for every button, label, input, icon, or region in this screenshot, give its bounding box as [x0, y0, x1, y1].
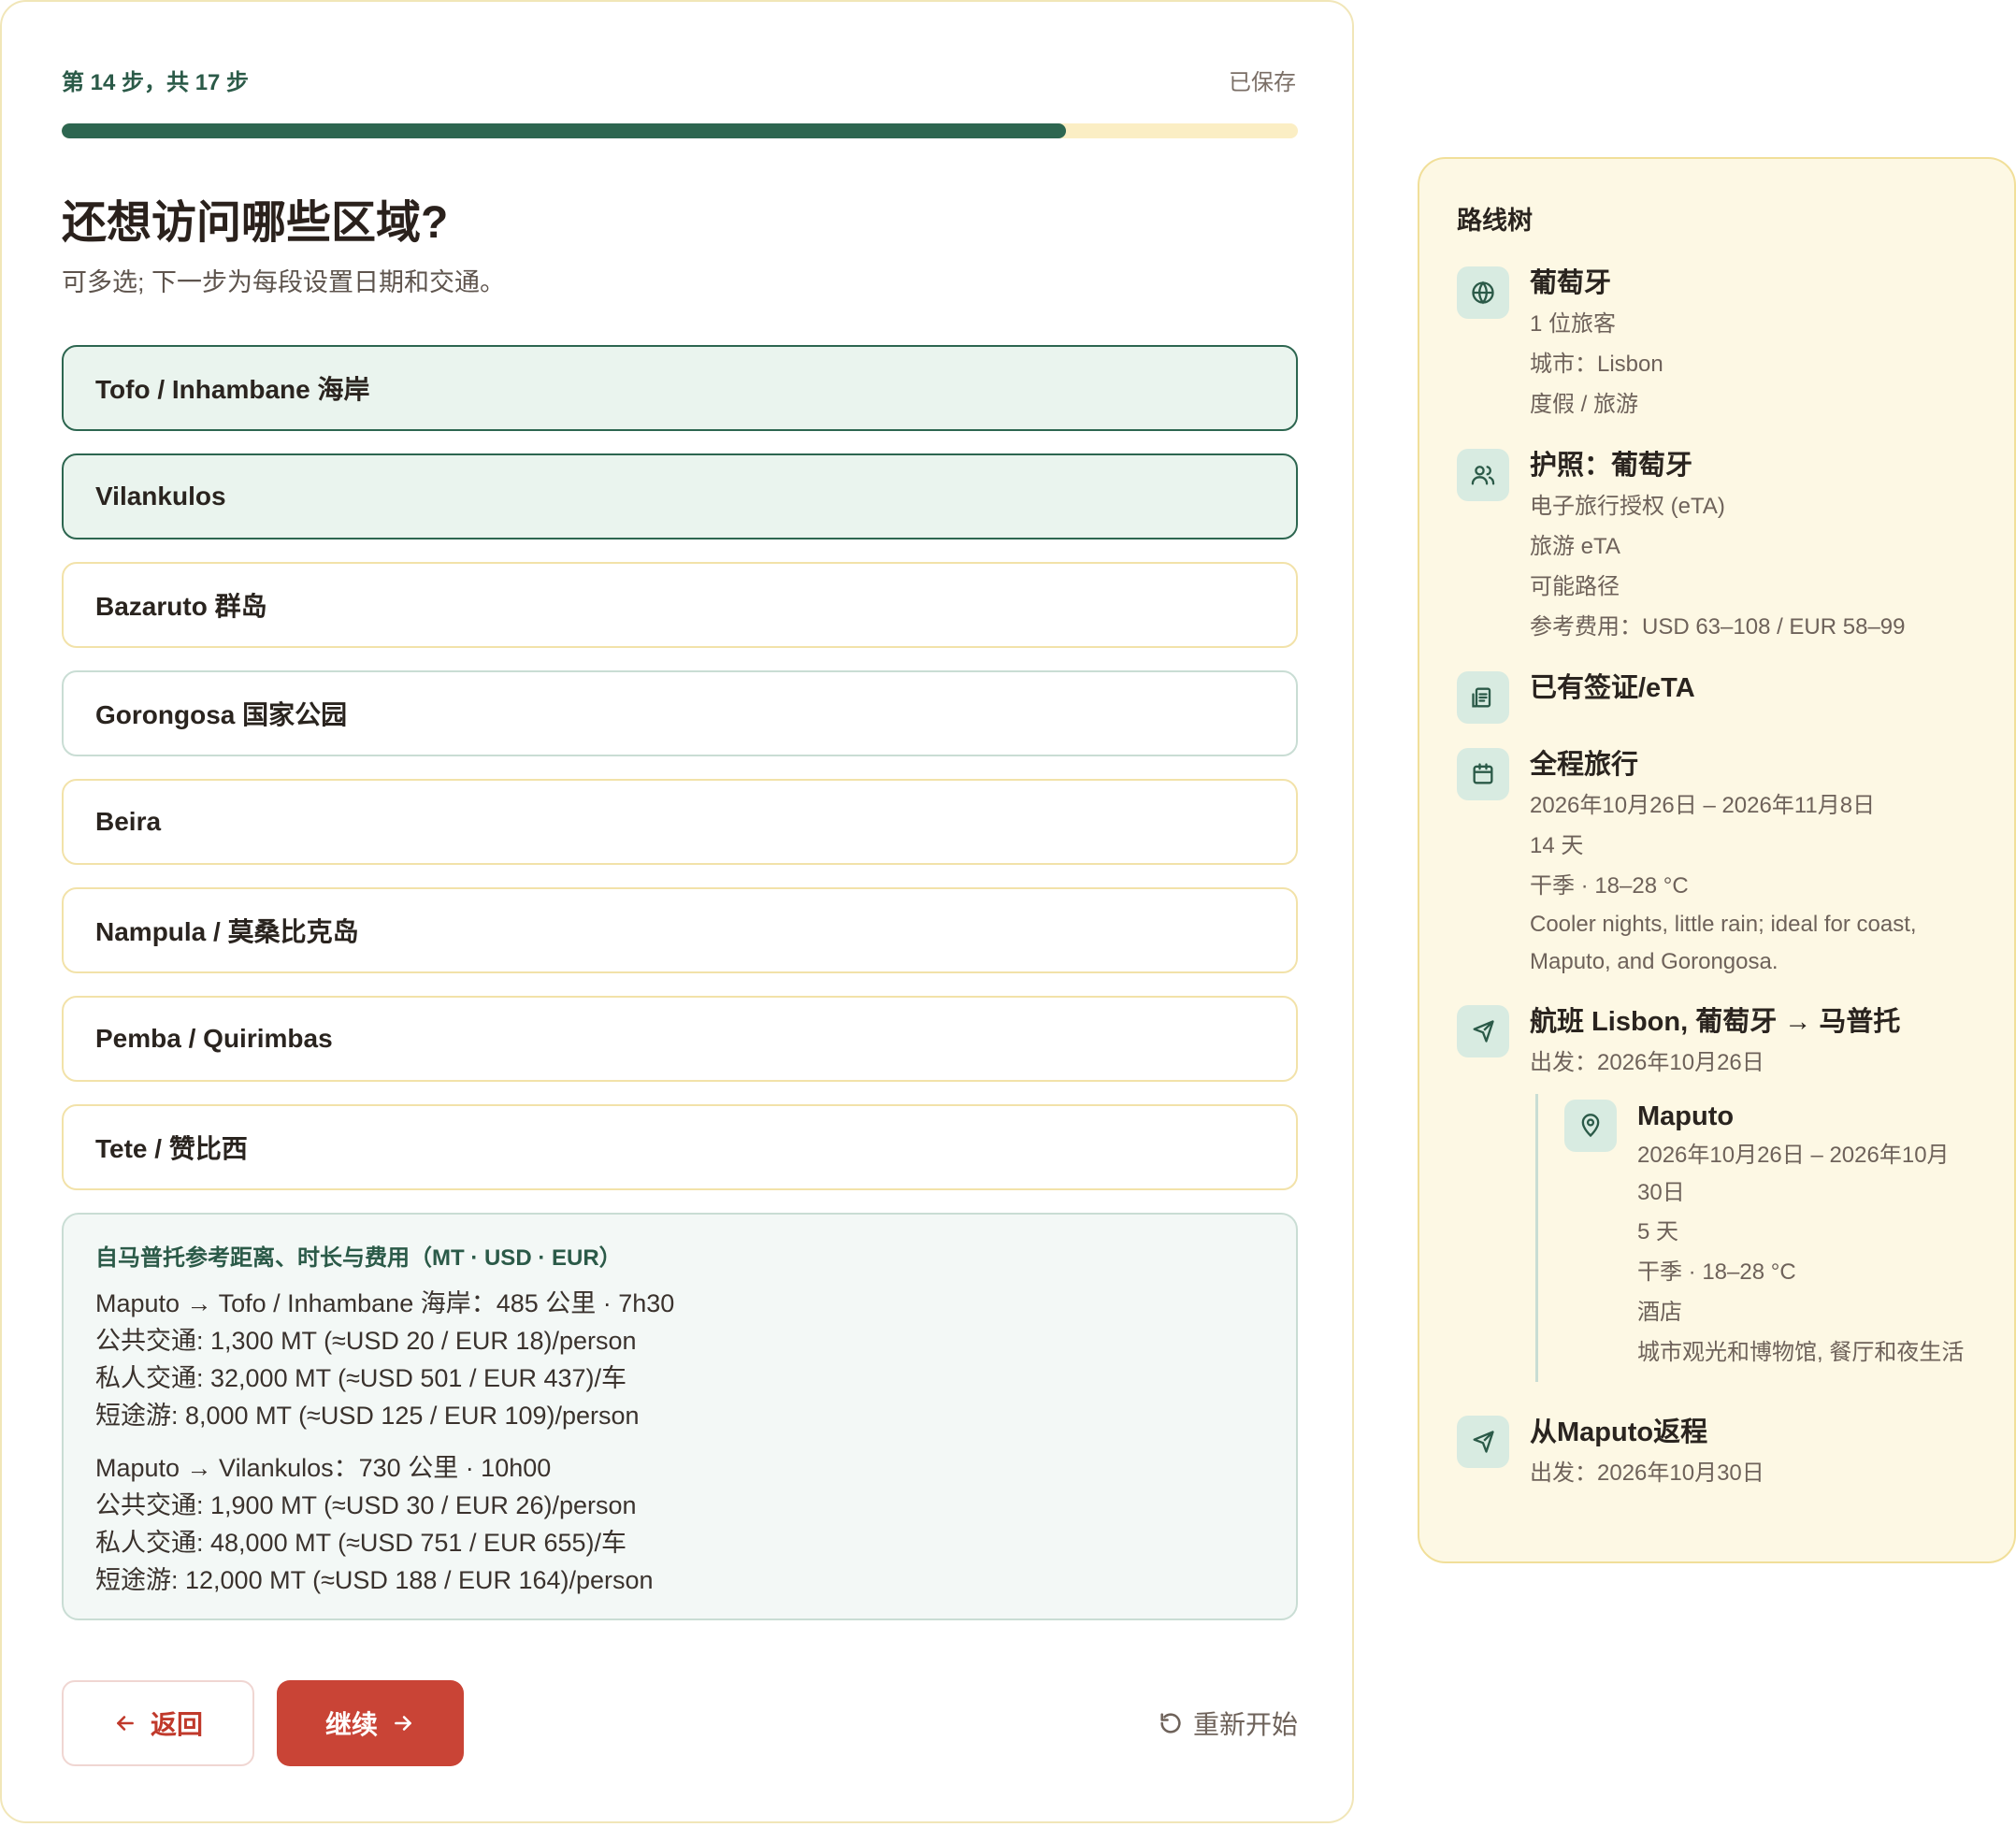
country-name: 葡萄牙 [1530, 268, 1612, 298]
continue-label: 继续 [324, 1710, 378, 1739]
route-vilankulos: Maputo → Vilankulos：730 公里 · 10h00 公共交通:… [95, 1449, 1264, 1599]
wizard-card: 第 14 步，共 17 步 已保存 还想访问哪些区域? 可多选; 下一步为每段设… [0, 0, 1354, 1823]
users-icon [1457, 449, 1509, 501]
tree-existing-visa: 已有签证/eTA [1457, 671, 2014, 724]
route-private: 私人交通: 48,000 MT (≈USD 751 / EUR 655)/车 [95, 1529, 627, 1557]
option-label: Tete / 赞比西 [95, 1134, 248, 1163]
option-vilankulos[interactable]: Vilankulos [62, 453, 1298, 539]
trip-days: 14 天 [1530, 833, 1584, 858]
option-label: Tofo / Inhambane 海岸 [95, 375, 370, 404]
stop-dates: 2026年10月26日 – 2026年10月30日 [1637, 1143, 1950, 1205]
stop-season: 干季 · 18–28 °C [1637, 1259, 1796, 1285]
trip-dates: 2026年10月26日 – 2026年11月8日 [1530, 793, 1876, 818]
restart-button[interactable]: 重新开始 [1158, 1680, 1298, 1766]
option-label: Pemba / Quirimbas [95, 1024, 333, 1053]
progress-fill [62, 123, 1067, 138]
arrow-right-icon [391, 1711, 415, 1735]
travelers: 1 位旅客 [1530, 311, 1617, 337]
stop-days: 5 天 [1637, 1219, 1679, 1244]
option-label: Beira [95, 807, 162, 836]
route-public: 公共交通: 1,300 MT (≈USD 20 / EUR 18)/person [95, 1327, 637, 1355]
route-tofo: Maputo → Tofo / Inhambane 海岸：485 公里 · 7h… [95, 1285, 1264, 1434]
arrow-left-icon [113, 1711, 137, 1735]
tree-trip: 全程旅行 2026年10月26日 – 2026年11月8日 14 天 干季 · … [1457, 748, 2014, 981]
back-label: 返回 [150, 1710, 203, 1739]
visa-type: 电子旅行授权 (eTA) [1530, 494, 1725, 519]
continue-button[interactable]: 继续 [277, 1680, 464, 1766]
question-title: 还想访问哪些区域? [62, 198, 449, 248]
option-label: Nampula / 莫桑比克岛 [95, 917, 359, 946]
flight-back-depart: 出发：2026年10月30日 [1530, 1460, 1764, 1486]
option-bazaruto[interactable]: Bazaruto 群岛 [62, 562, 1298, 648]
option-tete[interactable]: Tete / 赞比西 [62, 1104, 1298, 1190]
passport-head: 护照：葡萄牙 [1530, 451, 1693, 481]
tree-stop-maputo: Maputo 2026年10月26日 – 2026年10月30日 5 天 干季 … [1564, 1100, 1977, 1373]
visa-path: 可能路径 [1530, 574, 1620, 599]
tree-flight-out: 航班 Lisbon, 葡萄牙 → 马普托 出发：2026年10月26日 Mapu… [1457, 1005, 2014, 1391]
distance-info-box: 自马普托参考距离、时长与费用（MT · USD · EUR） Maputo → … [62, 1213, 1298, 1620]
saved-status: 已保存 [1229, 70, 1296, 95]
question-subtitle: 可多选; 下一步为每段设置日期和交通。 [62, 268, 506, 296]
restart-label: 重新开始 [1192, 1710, 1298, 1739]
calendar-icon [1457, 748, 1509, 800]
route-public: 公共交通: 1,900 MT (≈USD 30 / EUR 26)/person [95, 1491, 637, 1519]
flight-back-head: 从Maputo返程 [1530, 1417, 1708, 1447]
option-gorongosa[interactable]: Gorongosa 国家公园 [62, 670, 1298, 756]
option-beira[interactable]: Beira [62, 779, 1298, 865]
restart-icon [1158, 1710, 1184, 1736]
route-private: 私人交通: 32,000 MT (≈USD 501 / EUR 437)/车 [95, 1364, 627, 1392]
route-tour: 短途游: 8,000 MT (≈USD 125 / EUR 109)/perso… [95, 1402, 640, 1430]
stop-lodging: 酒店 [1637, 1300, 1682, 1325]
panel-title: 路线树 [1457, 207, 1533, 235]
info-title: 自马普托参考距离、时长与费用（MT · USD · EUR） [95, 1245, 622, 1271]
option-label: Vilankulos [95, 482, 226, 511]
tree-passport: 护照：葡萄牙 电子旅行授权 (eTA) 旅游 eTA 可能路径 参考费用：USD… [1457, 449, 2014, 647]
step-indicator: 第 14 步，共 17 步 [62, 70, 250, 95]
route-tree-panel: 路线树 葡萄牙 1 位旅客 城市：Lisbon 度假 / 旅游 护照：葡萄牙 电… [1418, 157, 2016, 1563]
flight-out-head: 航班 Lisbon, 葡萄牙 → 马普托 [1530, 1007, 1901, 1037]
trip-note: Cooler nights, little rain; ideal for co… [1530, 912, 1917, 974]
tree-flight-back: 从Maputo返程 出发：2026年10月30日 [1457, 1416, 2014, 1493]
purpose: 度假 / 旅游 [1530, 392, 1639, 417]
step-header: 第 14 步，共 17 步 已保存 [62, 64, 1296, 96]
flight-out-depart: 出发：2026年10月26日 [1530, 1050, 1764, 1075]
option-label: Bazaruto 群岛 [95, 592, 267, 621]
tree-country: 葡萄牙 1 位旅客 城市：Lisbon 度假 / 旅游 [1457, 266, 2014, 424]
option-nampula[interactable]: Nampula / 莫桑比克岛 [62, 887, 1298, 973]
city: 城市：Lisbon [1530, 352, 1663, 377]
region-options: Tofo / Inhambane 海岸 Vilankulos Bazaruto … [62, 345, 1298, 1213]
stop-activities: 城市观光和博物馆, 餐厅和夜生活 [1637, 1340, 1965, 1365]
progress-bar [62, 123, 1298, 138]
plane-icon [1457, 1416, 1509, 1468]
route-tour: 短途游: 12,000 MT (≈USD 188 / EUR 164)/pers… [95, 1566, 654, 1594]
wizard-footer: 返回 继续 重新开始 [62, 1680, 1298, 1766]
visa-fee: 参考费用：USD 63–108 / EUR 58–99 [1530, 614, 1906, 640]
document-icon [1457, 671, 1509, 724]
existing-visa-head: 已有签证/eTA [1530, 673, 1695, 703]
route-head: Maputo → Tofo / Inhambane 海岸：485 公里 · 7h… [95, 1289, 675, 1317]
plane-icon [1457, 1005, 1509, 1057]
stop-name: Maputo [1637, 1101, 1735, 1131]
map-pin-icon [1564, 1100, 1617, 1152]
option-tofo[interactable]: Tofo / Inhambane 海岸 [62, 345, 1298, 431]
option-label: Gorongosa 国家公园 [95, 700, 348, 729]
trip-head: 全程旅行 [1530, 750, 1639, 780]
stop-branch: Maputo 2026年10月26日 – 2026年10月30日 5 天 干季 … [1535, 1094, 1977, 1382]
route-head: Maputo → Vilankulos：730 公里 · 10h00 [95, 1454, 552, 1482]
option-pemba[interactable]: Pemba / Quirimbas [62, 996, 1298, 1082]
visa-kind: 旅游 eTA [1530, 534, 1620, 559]
trip-season: 干季 · 18–28 °C [1530, 873, 1689, 899]
back-button[interactable]: 返回 [62, 1680, 254, 1766]
globe-icon [1457, 266, 1509, 319]
